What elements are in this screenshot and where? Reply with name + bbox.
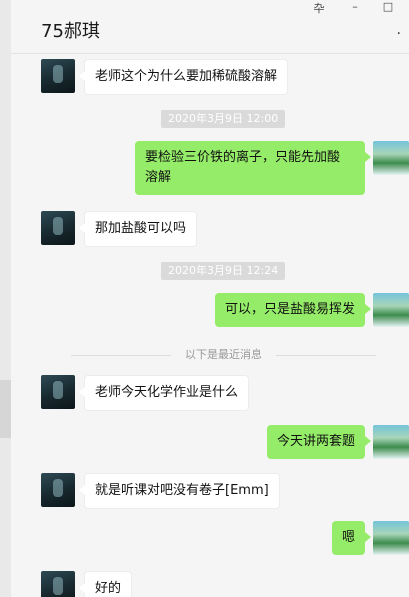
minimize-button[interactable]: – [344, 0, 366, 13]
chat-title: 75郝琪 [41, 21, 100, 42]
contact-avatar[interactable] [41, 59, 75, 93]
recent-messages-divider: 以下是最近消息 [71, 347, 376, 363]
contact-avatar[interactable] [41, 375, 75, 409]
message-timestamp: 2020年3月9日 12:24 [161, 262, 286, 280]
message-text: 那加盐酸可以吗 [95, 221, 187, 236]
divider-label: 以下是最近消息 [185, 348, 262, 361]
message-bubble-incoming[interactable]: 老师这个为什么要加稀硫酸溶解 [78, 59, 289, 95]
message-text-line: 溶解 [145, 170, 172, 185]
more-options-button[interactable]: · [397, 26, 401, 42]
contact-avatar[interactable] [41, 211, 75, 245]
message-text: 老师今天化学作业是什么 [95, 385, 239, 400]
message-bubble-outgoing[interactable]: 嗯 [331, 521, 372, 555]
pin-button[interactable]: 卆 [308, 0, 330, 16]
contact-avatar[interactable] [41, 571, 75, 597]
message-text: 就是听课对吧没有卷子[Emm] [95, 483, 269, 498]
message-bubble-incoming[interactable]: 好的 [78, 571, 133, 597]
message-bubble-outgoing[interactable]: 要检验三价铁的离子，只能先加酸 溶解 [135, 141, 371, 195]
message-bubble-incoming[interactable]: 就是听课对吧没有卷子[Emm] [79, 473, 280, 509]
chat-header: 75郝琪 卆 – □ · [11, 0, 409, 54]
self-avatar[interactable] [373, 293, 409, 327]
message-timestamp: 2020年3月9日 12:00 [161, 110, 286, 128]
message-text: 今天讲两套题 [276, 434, 355, 449]
message-text-line: 要检验三价铁的离子，只能先加酸 [145, 150, 341, 165]
self-avatar[interactable] [373, 141, 409, 175]
message-bubble-outgoing[interactable]: 今天讲两套题 [266, 425, 372, 459]
message-bubble-outgoing[interactable]: 可以，只是盐酸易挥发 [214, 293, 372, 327]
left-panel-scroll-thumb[interactable] [0, 380, 11, 438]
message-text: 嗯 [341, 530, 355, 545]
message-text: 老师这个为什么要加稀硫酸溶解 [95, 69, 278, 84]
self-avatar[interactable] [373, 521, 409, 555]
self-avatar[interactable] [373, 425, 409, 459]
message-bubble-incoming[interactable]: 老师今天化学作业是什么 [78, 375, 250, 411]
left-panel-strip [0, 0, 11, 597]
contact-avatar[interactable] [41, 473, 75, 507]
message-text: 可以，只是盐酸易挥发 [224, 302, 355, 317]
message-list[interactable]: 老师这个为什么要加稀硫酸溶解 2020年3月9日 12:00 要检验三价铁的离子… [11, 55, 409, 597]
message-text: 好的 [95, 581, 122, 596]
maximize-button[interactable]: □ [377, 0, 399, 13]
message-bubble-incoming[interactable]: 那加盐酸可以吗 [78, 211, 198, 247]
